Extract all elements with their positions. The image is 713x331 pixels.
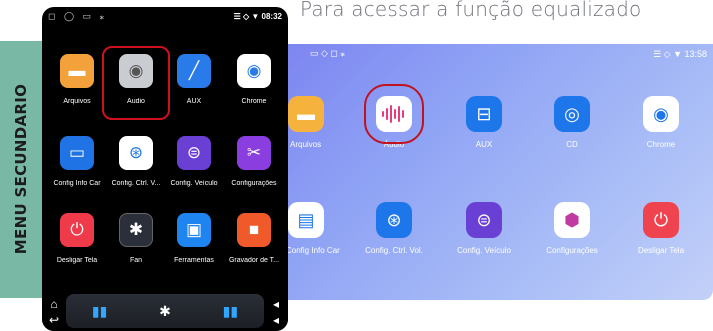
tablet-app-label: Config. Veículo	[457, 246, 511, 255]
phone-app-aux[interactable]: ╱ AUX	[164, 54, 224, 112]
folder-icon: ▬	[60, 54, 94, 88]
tablet-app-label: Config. Ctrl. Vol.	[365, 246, 423, 255]
tablet-app-config-ctrl-vol[interactable]: ⊛ Config. Ctrl. Vol.	[354, 202, 434, 255]
audio-knob-icon: ◉	[119, 54, 153, 88]
phone-app-label: Fan	[129, 257, 143, 264]
tablet-app-config-veiculo[interactable]: ⊜ Config. Veículo	[444, 202, 524, 255]
phone-app-label: Desligar Tela	[56, 257, 98, 264]
phone-app-audio[interactable]: ◉ Áudio	[102, 46, 170, 120]
recorder-icon: ■	[237, 213, 271, 247]
tablet-app-label: AUX	[475, 140, 493, 149]
disc-icon: ◎	[554, 96, 590, 132]
phone-app-gravador[interactable]: ■ Gravador de T...	[224, 213, 284, 264]
tablet-app-label: Desligar Tela	[637, 246, 685, 255]
phone-app-label: Gravador de T...	[228, 257, 280, 264]
car-info-icon: ▭	[60, 136, 94, 170]
tablet-app-cd[interactable]: ◎ CD	[532, 96, 612, 149]
phone-app-label: Arquivos	[63, 98, 91, 105]
tablet-status-bar: ▭ ◇ ◻ ⁎ ☰ ◇ ▼ 13:58	[262, 48, 713, 62]
tablet-app-label: Áudio	[383, 140, 405, 149]
chrome-blue-icon: ◉	[643, 96, 679, 132]
phone-app-fan[interactable]: ✱ Fan	[106, 213, 166, 264]
fan-icon: ✱	[119, 213, 153, 247]
audio-wave-icon	[364, 84, 424, 144]
settings-shape-icon: ⬢	[554, 202, 590, 238]
volume-up-icon[interactable]: ◂	[267, 297, 285, 311]
phone-app-label: Config Info Car	[53, 180, 101, 187]
phone-app-ferramentas[interactable]: ▣ Ferramentas	[164, 213, 224, 264]
phone-dock: ⌂ ↩ ▮▮ ✱ ▮▮ ◂ ◂	[42, 293, 288, 331]
power-icon: ⏻	[60, 213, 94, 247]
phone-app-label: Config. Ctrl. V...	[111, 180, 161, 187]
steering-wheel-icon: ⊛	[376, 202, 412, 238]
bars-right-icon[interactable]: ▮▮	[223, 303, 238, 320]
bars-left-icon[interactable]: ▮▮	[92, 303, 107, 320]
phone-app-chrome[interactable]: ◉ Chrome	[224, 54, 284, 112]
volume-down-icon[interactable]: ◂	[267, 313, 285, 327]
phone-app-arquivos[interactable]: ▬ Arquivos	[47, 54, 107, 112]
tablet-status-left: ▭ ◇ ◻ ⁎	[310, 48, 345, 58]
phone-status-left: ◻ ◯ ▭ ⁎	[48, 11, 108, 21]
tablet-app-audio[interactable]: Áudio	[354, 84, 434, 149]
car-info-icon: ▤	[288, 202, 324, 238]
tablet-screen: ▭ ◇ ◻ ⁎ ☰ ◇ ▼ 13:58 ▬ Arquivos Áudio ⊟ A…	[262, 44, 713, 300]
dock-bar: ▮▮ ✱ ▮▮	[66, 294, 264, 328]
phone-status-right: ☰ ◇ ▼ 08:32	[233, 12, 282, 21]
toolbox-icon: ▣	[177, 213, 211, 247]
tablet-app-label: Configurações	[546, 246, 598, 255]
phone-app-label: Config. Veículo	[170, 180, 218, 187]
power-icon: ⏻	[643, 202, 679, 238]
page-caption: Para acessar a função equalizado	[300, 0, 642, 21]
phone-app-label: Ferramentas	[174, 257, 214, 264]
phone-app-configuracoes[interactable]: ✂ Configurações	[224, 136, 284, 187]
aux-cable-icon: ╱	[177, 54, 211, 88]
phone-app-config-veiculo[interactable]: ⊜ Config. Veículo	[164, 136, 224, 187]
tablet-app-aux[interactable]: ⊟ AUX	[444, 96, 524, 149]
phone-app-label: Chrome	[241, 98, 267, 105]
phone-app-label: Áudio	[127, 98, 145, 105]
car-settings-icon: ⊜	[177, 136, 211, 170]
chrome-icon: ◉	[237, 54, 271, 88]
home-icon[interactable]: ⌂	[45, 297, 63, 311]
tablet-app-label: Chrome	[646, 140, 676, 149]
phone-app-config-info-car[interactable]: ▭ Config Info Car	[47, 136, 107, 187]
tablet-app-label: CD	[566, 140, 578, 149]
back-icon[interactable]: ↩	[45, 313, 63, 327]
tools-icon: ✂	[237, 136, 271, 170]
tablet-app-desligar-tela[interactable]: ⏻ Desligar Tela	[621, 202, 701, 255]
bluetooth-icon[interactable]: ✱	[159, 303, 171, 320]
phone-app-label: Configurações	[231, 180, 277, 187]
phone-status-bar: ◻ ◯ ▭ ⁎ ☰ ◇ ▼ 08:32	[42, 11, 288, 25]
car-settings-icon: ⊜	[466, 202, 502, 238]
phone-app-desligar-tela[interactable]: ⏻ Desligar Tela	[47, 213, 107, 264]
tablet-app-configuracoes[interactable]: ⬢ Configurações	[532, 202, 612, 255]
tablet-app-chrome[interactable]: ◉ Chrome	[621, 96, 701, 149]
folder-icon: ▬	[288, 96, 324, 132]
phone-app-label: AUX	[186, 98, 202, 105]
phone-app-config-ctrl-v[interactable]: ⊛ Config. Ctrl. V...	[106, 136, 166, 187]
phone-screen: ◻ ◯ ▭ ⁎ ☰ ◇ ▼ 08:32 ▬ Arquivos ◉ Áudio ╱…	[42, 7, 288, 331]
sidebar-label-panel: MENU SECUNDARIO	[0, 41, 42, 298]
tablet-status-right: ☰ ◇ ▼ 13:58	[653, 49, 707, 59]
steering-wheel-icon: ⊛	[119, 136, 153, 170]
sidebar-label: MENU SECUNDARIO	[12, 83, 30, 255]
aux-cable-icon: ⊟	[466, 96, 502, 132]
